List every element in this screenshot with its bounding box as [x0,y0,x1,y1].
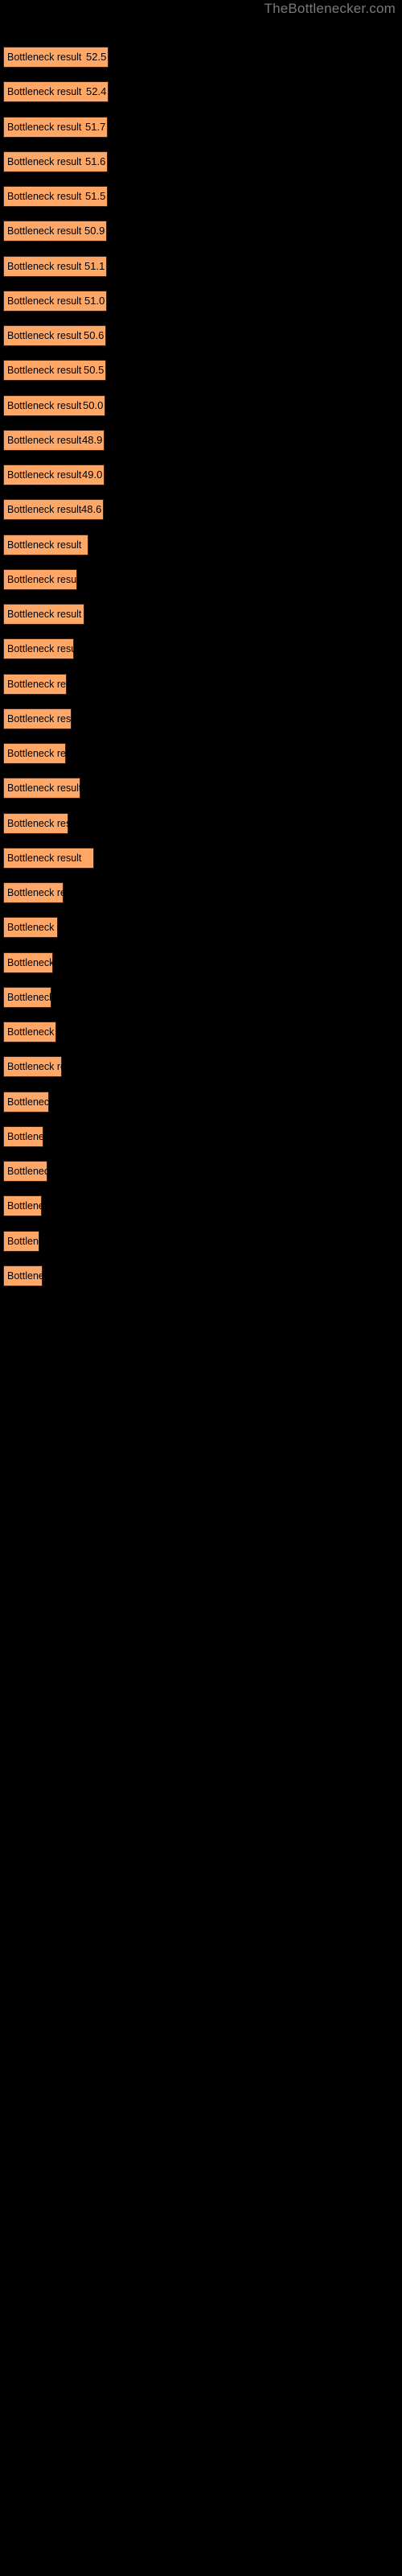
bar[interactable] [3,499,104,520]
bar[interactable] [3,430,105,451]
bar[interactable] [3,186,108,207]
bar[interactable] [3,813,68,834]
bar[interactable] [3,952,53,973]
bar[interactable] [3,708,72,729]
chart-row: Bottleneck result 50.9 [0,221,402,242]
chart-row: Bottleneck result [0,535,402,555]
chart-row: Bottleneck result [0,604,402,625]
bar[interactable] [3,256,107,277]
chart-row: Bottleneck result [0,1265,402,1286]
bar[interactable] [3,569,77,590]
chart-row: Bottleneck result [0,778,402,799]
bar[interactable] [3,1195,42,1216]
chart-row: Bottleneck result 51.6 [0,151,402,172]
chart-row: Bottleneck result 48.9 [0,430,402,451]
bar[interactable] [3,1161,47,1182]
bar[interactable] [3,882,64,903]
chart-row: Bottleneck result 52.4 [0,81,402,102]
bar[interactable] [3,1022,56,1042]
bar[interactable] [3,221,107,242]
chart-row: Bottleneck result [0,1092,402,1113]
bar[interactable] [3,47,109,68]
chart-row: Bottleneck result [0,1195,402,1216]
bar[interactable] [3,1231,39,1252]
bar[interactable] [3,395,105,416]
bar[interactable] [3,325,106,346]
bottleneck-bar-chart: Bottleneck result 52.5 Bottleneck result 52… [0,0,402,2576]
bar[interactable] [3,81,109,102]
bar[interactable] [3,360,106,381]
bar[interactable] [3,291,107,312]
chart-row: Bottleneck result 51.0 [0,291,402,312]
chart-row: Bottleneck result [0,848,402,869]
chart-row: Bottleneck result 50.5 [0,360,402,381]
bar[interactable] [3,1126,43,1147]
chart-row: Bottleneck result 51.7 [0,117,402,138]
bar[interactable] [3,987,51,1008]
bar[interactable] [3,604,84,625]
chart-row: Bottleneck result [0,1126,402,1147]
chart-row: Bottleneck result [0,987,402,1008]
chart-row: Bottleneck result [0,1231,402,1252]
bar[interactable] [3,117,108,138]
chart-row: Bottleneck result [0,708,402,729]
chart-row: Bottleneck result 50.6 [0,325,402,346]
chart-row: Bottleneck result 52.5 [0,47,402,68]
chart-row: Bottleneck result [0,917,402,938]
chart-row: Bottleneck result [0,882,402,903]
chart-row: Bottleneck result [0,813,402,834]
chart-row: Bottleneck result 48.6 [0,499,402,520]
chart-row: Bottleneck result [0,674,402,695]
bar[interactable] [3,917,58,938]
bar[interactable] [3,778,80,799]
chart-row: Bottleneck result [0,569,402,590]
chart-row: Bottleneck result [0,1161,402,1182]
chart-row: Bottleneck result 50.0 [0,395,402,416]
bar[interactable] [3,848,94,869]
bar[interactable] [3,743,66,764]
chart-row: Bottleneck result [0,1022,402,1042]
chart-row: Bottleneck result 51.1 [0,256,402,277]
chart-row: Bottleneck result [0,952,402,973]
chart-row: Bottleneck result [0,1056,402,1077]
bar[interactable] [3,151,108,172]
bar[interactable] [3,674,67,695]
bar[interactable] [3,1092,49,1113]
bar[interactable] [3,464,105,485]
bar[interactable] [3,638,74,659]
chart-row: Bottleneck result [0,638,402,659]
bar[interactable] [3,535,88,555]
chart-row: Bottleneck result [0,743,402,764]
chart-row: Bottleneck result 51.5 [0,186,402,207]
bar[interactable] [3,1265,43,1286]
chart-row: Bottleneck result 49.0 [0,464,402,485]
bar[interactable] [3,1056,62,1077]
